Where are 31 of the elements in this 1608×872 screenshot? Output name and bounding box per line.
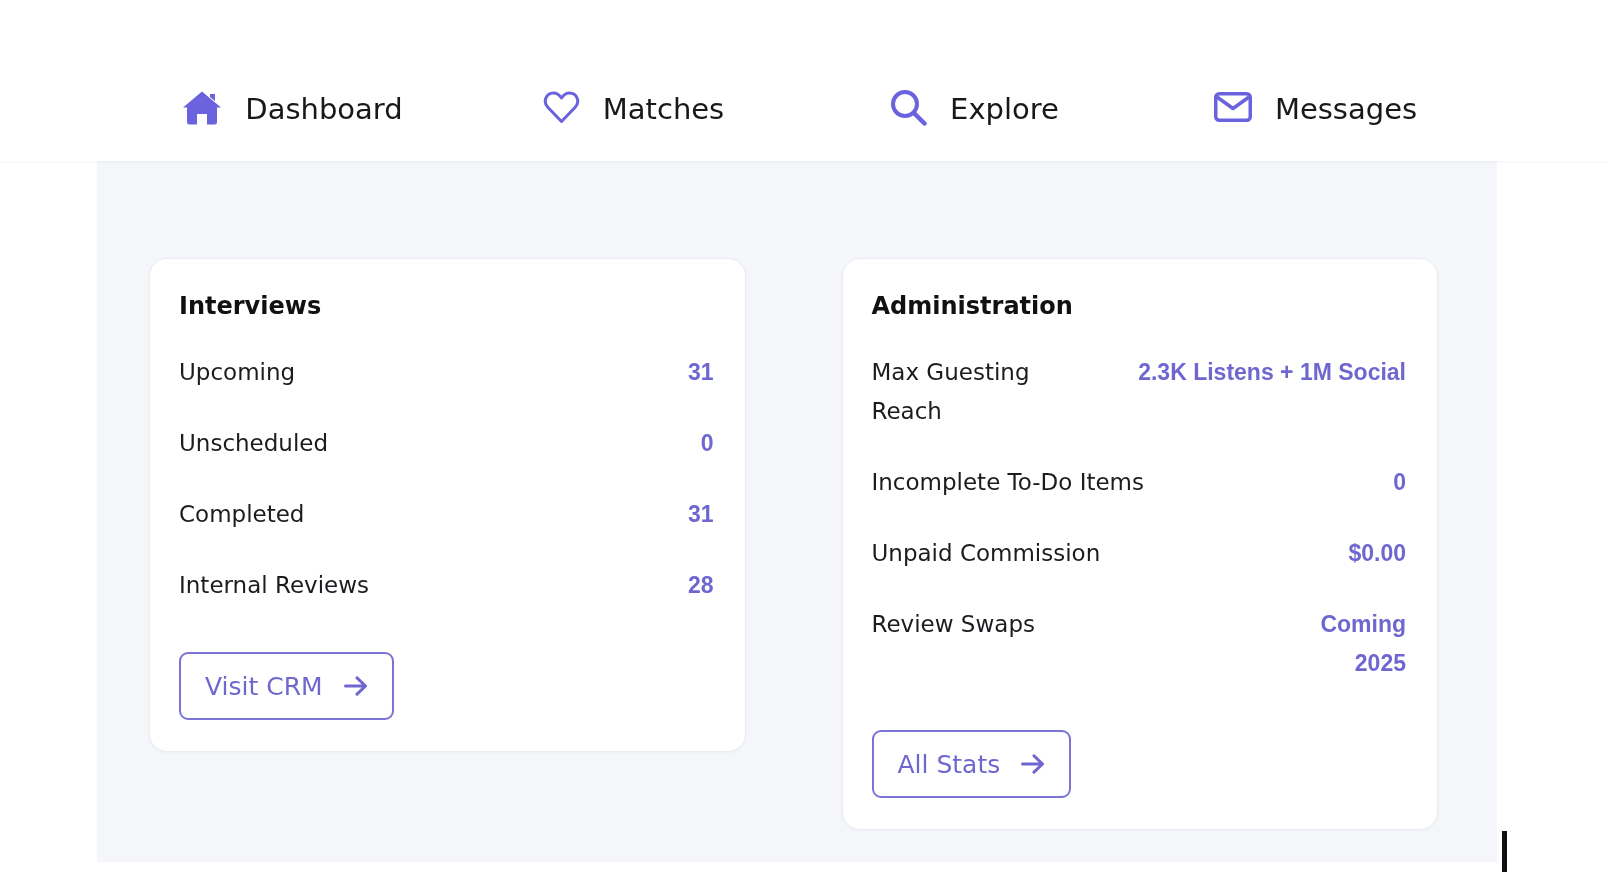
stat-label: Max Guesting Reach (871, 358, 1031, 426)
stat-value: 28 (687, 571, 714, 600)
heart-icon (542, 90, 580, 124)
stat-value: 0 (1393, 468, 1406, 497)
vertical-bar-icon (1502, 831, 1507, 872)
stat-label: Internal Reviews (179, 571, 369, 600)
nav-link[interactable]: Dashboard (182, 84, 403, 130)
stat-label: Unscheduled (179, 429, 329, 458)
arrow-right-icon (343, 676, 368, 696)
stat-value: 2.3K Listens + 1M Social (1138, 358, 1406, 387)
stat-value: Coming 2025 (1320, 610, 1406, 678)
nav-link[interactable]: Explore (890, 84, 1059, 130)
stat-value: 31 (687, 358, 714, 387)
stat-value: 0 (700, 429, 714, 458)
stat-label: Review Swaps (871, 610, 1035, 639)
stat-label: Upcoming (179, 358, 296, 387)
home-icon (182, 89, 223, 125)
stat-value: 31 (687, 500, 714, 529)
nav-link[interactable]: Matches (542, 84, 725, 130)
stat-label: Completed (179, 500, 305, 529)
card-title: Interviews (179, 291, 323, 321)
card-link-button[interactable]: All Stats (871, 730, 1072, 798)
envelope-icon (1213, 92, 1252, 122)
stat-value: $0.00 (1348, 539, 1406, 568)
nav-link[interactable]: Messages (1213, 84, 1418, 130)
arrow-right-icon (1021, 754, 1046, 774)
card-link-button[interactable]: Visit CRM (179, 652, 394, 720)
card-title: Administration (871, 291, 1074, 321)
stat-label: Incomplete To-Do Items (871, 468, 1144, 497)
search-icon (890, 88, 928, 126)
stat-label: Unpaid Commission (871, 539, 1101, 568)
